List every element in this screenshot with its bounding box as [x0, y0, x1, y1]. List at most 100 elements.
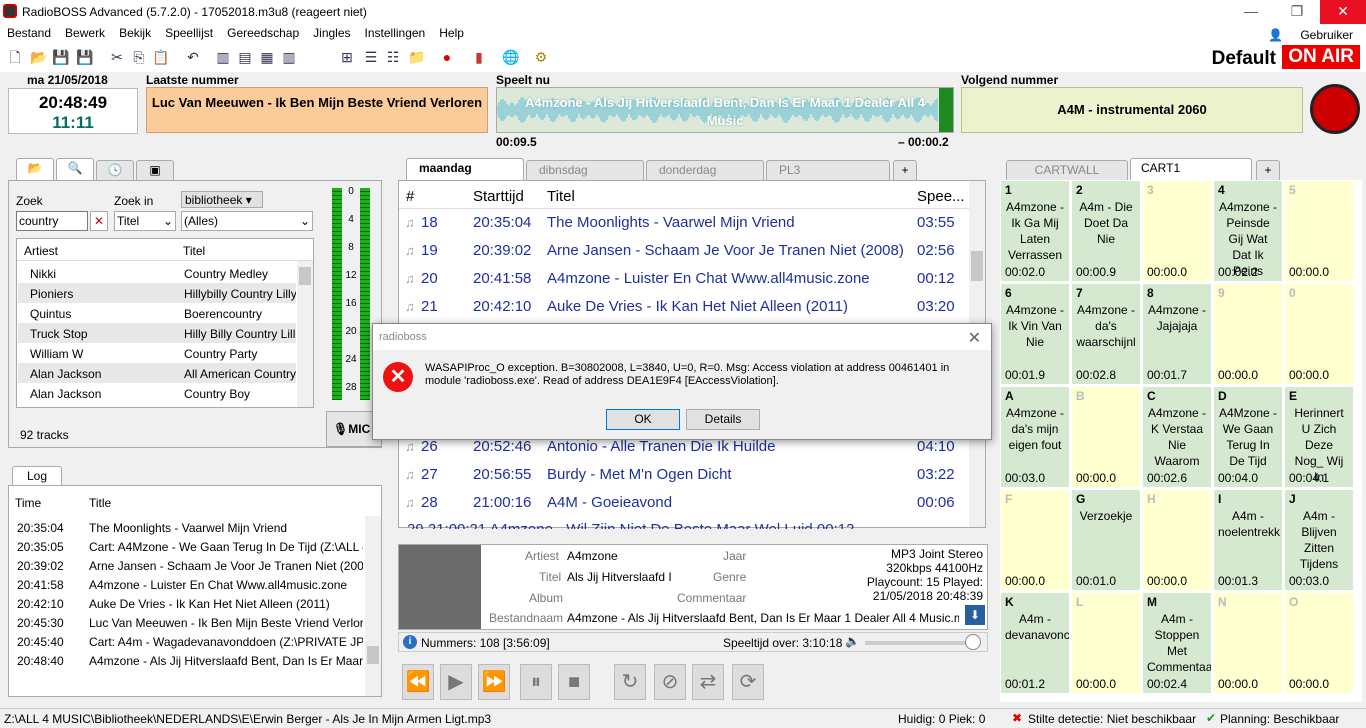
- save-as-icon[interactable]: 💾: [76, 48, 94, 66]
- open-folder-icon[interactable]: 📂: [30, 48, 48, 66]
- menu-jingles[interactable]: Jingles: [306, 24, 357, 40]
- cart-cell[interactable]: E Herinnert U Zich Deze Nog_ Wij In 00:04.…: [1284, 386, 1354, 488]
- download-icon[interactable]: ⬇: [965, 605, 985, 625]
- layout-3-icon[interactable]: ▦: [258, 48, 276, 66]
- cart-cell[interactable]: K A4m - devanavonc 00:01.2: [1000, 592, 1070, 694]
- add-playlist-icon[interactable]: +: [893, 160, 917, 180]
- ok-button[interactable]: OK: [606, 409, 680, 430]
- menu-bewerk[interactable]: Bewerk: [58, 24, 112, 40]
- cart-cell[interactable]: 7 A4mzone - da's waarschijnl 00:02.8: [1071, 283, 1141, 385]
- stop-button[interactable]: ■: [558, 664, 590, 700]
- menu-speellijst[interactable]: Speellijst: [158, 24, 220, 40]
- speaker-icon[interactable]: [1310, 84, 1360, 134]
- cart-cell[interactable]: 9 00:00.0: [1213, 283, 1283, 385]
- source-dropdown[interactable]: bibliotheek ▾: [181, 191, 263, 208]
- log-row[interactable]: 20:48:40 A4mzone - Als Jij Hitverslaafd B…: [9, 651, 363, 670]
- library-row[interactable]: Nikki Country Medley: [18, 263, 296, 283]
- globe-icon[interactable]: 🌐: [502, 48, 520, 66]
- playlist-row[interactable]: ♫ 18 20:35:04 The Moonlights - Vaarwel Mijn…: [399, 209, 967, 237]
- playlist-row[interactable]: ♫ 28 21:00:16 A4M - Goeieavond 00:06: [399, 489, 967, 517]
- layout-1-icon[interactable]: ▥: [214, 48, 232, 66]
- playlist-row[interactable]: ♫ 19 20:39:02 Arne Jansen - Schaam Je Voor …: [399, 237, 967, 265]
- log-col-time[interactable]: Time: [15, 496, 41, 510]
- log-row[interactable]: 20:45:30 Luc Van Meeuwen - Ik Ben Mijn Be…: [9, 613, 363, 632]
- playlist-row[interactable]: ♫ 20 20:41:58 A4mzone - Luister En Chat Www…: [399, 265, 967, 293]
- volume-handle[interactable]: [965, 634, 981, 650]
- cart-cell[interactable]: G Verzoekje 00:01.0: [1071, 489, 1141, 591]
- layout-2-icon[interactable]: ▤: [236, 48, 254, 66]
- schedule-icon[interactable]: ⊞: [338, 48, 356, 66]
- cart-cell[interactable]: F 00:00.0: [1000, 489, 1070, 591]
- library-row[interactable]: Truck Stop Hilly Billy Country Lill: [18, 323, 296, 343]
- cart-cell[interactable]: H 00:00.0: [1142, 489, 1212, 591]
- tab-history[interactable]: 🕓: [96, 160, 134, 180]
- cart-cell[interactable]: 6 A4mzone - Ik Vin Van Nie 00:01.9: [1000, 283, 1070, 385]
- log-row[interactable]: 20:42:10 Auke De Vries - Ik Kan Het Niet …: [9, 594, 363, 613]
- settings-icon[interactable]: ⚙: [532, 48, 550, 66]
- log-col-title[interactable]: Title: [89, 496, 111, 510]
- stats-icon[interactable]: ▮: [470, 48, 488, 66]
- play-button[interactable]: ▶: [440, 664, 472, 700]
- log-row[interactable]: 20:35:04 The Moonlights - Vaarwel Mijn Vr…: [9, 518, 363, 537]
- previous-button[interactable]: ⏪: [402, 664, 434, 700]
- next-button[interactable]: ⏩: [478, 664, 510, 700]
- volume-slider[interactable]: [865, 641, 975, 645]
- user-menu[interactable]: 👤 Gebruiker: [1261, 26, 1360, 42]
- menu-bekijk[interactable]: Bekijk: [112, 24, 158, 40]
- col-title[interactable]: Titel: [547, 188, 575, 205]
- log-row[interactable]: 20:39:02 Arne Jansen - Schaam Je Voor Je …: [9, 556, 363, 575]
- menu-help[interactable]: Help: [432, 24, 471, 40]
- dialog-close-icon[interactable]: ✕: [968, 328, 981, 348]
- col-start[interactable]: Starttijd: [473, 188, 524, 205]
- menu-gereedschap[interactable]: Gereedschap: [220, 24, 306, 40]
- clear-search-icon[interactable]: ✕: [90, 211, 108, 231]
- playlist-row[interactable]: ♫ 21 20:42:10 Auke De Vries - Ik Kan Het Ni…: [399, 293, 967, 321]
- log-row[interactable]: 20:41:58 A4mzone - Luister En Chat Www.al…: [9, 575, 363, 594]
- col-length[interactable]: Spee...: [917, 188, 965, 205]
- cart-cell[interactable]: 2 A4m - Die Doet Da Nie 00:00.9: [1071, 180, 1141, 282]
- library-scrollbar[interactable]: [297, 261, 313, 407]
- tab-pl3[interactable]: PL3: [766, 160, 890, 180]
- log-scrollbar[interactable]: [365, 516, 381, 696]
- playlist-edit-icon[interactable]: ☷: [384, 48, 402, 66]
- pause-button[interactable]: ⏸: [520, 664, 552, 700]
- cart-cell[interactable]: N 00:00.0: [1213, 592, 1283, 694]
- library-row[interactable]: William W Country Party: [18, 343, 296, 363]
- copy-icon[interactable]: ⎘: [130, 48, 148, 66]
- cart-cell[interactable]: 1 A4mzone - Ik Ga Mij Laten Verrassen 00:0…: [1000, 180, 1070, 282]
- cart-cell[interactable]: 0 00:00.0: [1284, 283, 1354, 385]
- search-input[interactable]: [16, 211, 88, 231]
- cart-cell[interactable]: O 00:00.0: [1284, 592, 1354, 694]
- library-icon[interactable]: 📁: [408, 48, 426, 66]
- cart-cell[interactable]: 3 00:00.0: [1142, 180, 1212, 282]
- tab-maandag[interactable]: maandag: [406, 158, 524, 180]
- cart-cell[interactable]: B 00:00.0: [1071, 386, 1141, 488]
- layout-4-icon[interactable]: ▥: [280, 48, 298, 66]
- library-row[interactable]: Alan Jackson All American Country: [18, 363, 296, 383]
- cart-cell[interactable]: 8 A4mzone - Jajajaja 00:01.7: [1142, 283, 1212, 385]
- save-icon[interactable]: 💾: [52, 48, 70, 66]
- new-file-icon[interactable]: 🗋: [6, 48, 24, 66]
- tab-donderdag[interactable]: donderdag: [646, 160, 764, 180]
- record-icon[interactable]: ●: [438, 48, 456, 66]
- menu-bestand[interactable]: Bestand: [0, 24, 58, 40]
- tab-search[interactable]: 🔍: [56, 158, 94, 180]
- tab-dibnsdag[interactable]: dibnsdag: [526, 160, 644, 180]
- cart-cell[interactable]: I A4m - noelentrekk 00:01.3: [1213, 489, 1283, 591]
- repeat-button[interactable]: ↻: [614, 664, 646, 700]
- add-cart-icon[interactable]: +: [1256, 160, 1280, 180]
- block-button[interactable]: ⊘: [654, 664, 686, 700]
- playlist-gen-icon[interactable]: ☰: [362, 48, 380, 66]
- shuffle-button[interactable]: ⇄: [692, 664, 724, 700]
- library-row[interactable]: Alan Jackson Country Boy: [18, 383, 296, 403]
- maximize-button[interactable]: ❐: [1274, 0, 1320, 24]
- paste-icon[interactable]: 📋: [152, 48, 170, 66]
- details-button[interactable]: Details: [686, 409, 760, 430]
- library-row[interactable]: Quintus Boerencountry: [18, 303, 296, 323]
- undo-icon[interactable]: ↶: [184, 48, 202, 66]
- close-button[interactable]: ✕: [1320, 0, 1366, 24]
- menu-instellingen[interactable]: Instellingen: [358, 24, 433, 40]
- now-playing-box[interactable]: A4mzone - Als Jij Hitverslaafd Bent, Dan…: [496, 87, 954, 133]
- loop-button[interactable]: ⟳: [732, 664, 764, 700]
- cart-cell[interactable]: C A4mzone - K Verstaa Nie Waarom 00:02.6: [1142, 386, 1212, 488]
